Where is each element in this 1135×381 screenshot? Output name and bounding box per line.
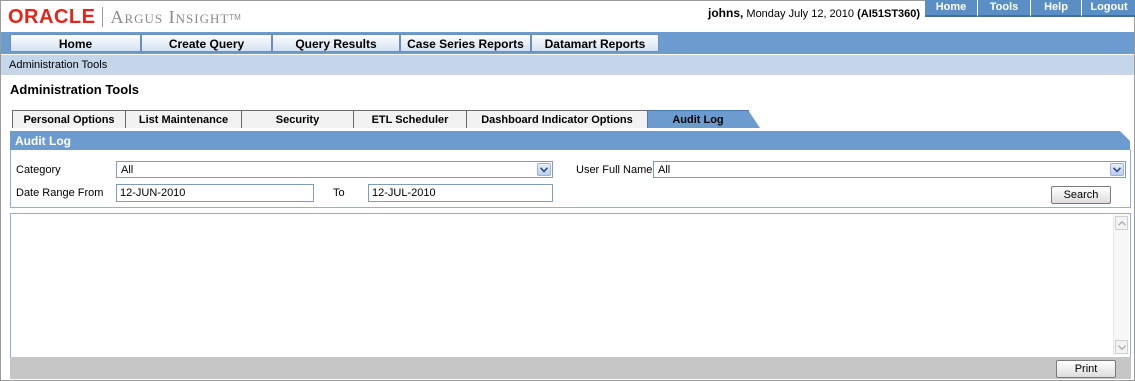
scroll-up-icon[interactable]	[1115, 216, 1128, 230]
nav-create-query[interactable]: Create Query	[141, 34, 272, 52]
chevron-down-icon[interactable]	[537, 163, 551, 176]
date-to-label: To	[333, 187, 345, 199]
category-select-value: All	[121, 164, 134, 176]
audit-log-results	[10, 213, 1131, 358]
user-full-name-label: User Full Name	[576, 164, 653, 176]
tab-security[interactable]: Security	[241, 110, 354, 128]
current-date: Monday July 12, 2010	[743, 8, 858, 20]
server-name: (AI51ST360)	[857, 8, 921, 20]
results-scrollbar[interactable]	[1113, 215, 1129, 355]
global-links: Home Tools Help Logout	[925, 0, 1135, 17]
tab-etl-scheduler[interactable]: ETL Scheduler	[353, 110, 467, 128]
page-title: Administration Tools	[10, 82, 140, 97]
global-logout-link[interactable]: Logout	[1082, 0, 1135, 17]
panel-header-corner	[1120, 131, 1130, 141]
print-button[interactable]: Print	[1056, 360, 1116, 378]
category-select[interactable]: All	[116, 161, 553, 178]
breadcrumb: Administration Tools	[9, 59, 108, 71]
global-home-link[interactable]: Home	[925, 0, 978, 17]
category-label: Category	[16, 164, 61, 176]
logo-brand: ORACLE	[8, 5, 96, 28]
user-full-name-select-value: All	[658, 164, 671, 176]
audit-log-panel-header: Audit Log	[10, 131, 1130, 150]
scroll-down-icon[interactable]	[1115, 340, 1128, 354]
tab-list-maintenance[interactable]: List Maintenance	[125, 110, 242, 128]
nav-case-series-reports[interactable]: Case Series Reports	[400, 34, 531, 52]
chevron-down-icon[interactable]	[1110, 163, 1124, 176]
oracle-argus-logo: ORACLE Argus Insight TM	[8, 6, 241, 28]
logo-divider	[102, 7, 104, 27]
date-to-input[interactable]	[368, 184, 553, 202]
date-from-input[interactable]	[116, 184, 314, 202]
tab-audit-log[interactable]: Audit Log	[647, 110, 749, 128]
nav-datamart-reports[interactable]: Datamart Reports	[531, 34, 659, 52]
tab-dashboard-indicator-options[interactable]: Dashboard Indicator Options	[466, 110, 648, 128]
user-full-name-select[interactable]: All	[653, 161, 1126, 178]
breadcrumb-bar: Administration Tools	[1, 55, 1134, 75]
top-nav-bar: Home Create Query Query Results Case Ser…	[1, 32, 1134, 54]
footer-bar: Print	[10, 357, 1131, 379]
active-tab-corner	[748, 110, 760, 128]
panel-title: Audit Log	[15, 134, 71, 148]
date-range-from-label: Date Range From	[16, 187, 104, 199]
nav-home[interactable]: Home	[10, 34, 141, 52]
logo-trademark: TM	[229, 12, 241, 22]
global-help-link[interactable]: Help	[1031, 0, 1082, 17]
nav-query-results[interactable]: Query Results	[272, 34, 400, 52]
global-tools-link[interactable]: Tools	[978, 0, 1031, 17]
tab-personal-options[interactable]: Personal Options	[12, 110, 126, 128]
user-name: johns,	[708, 6, 744, 20]
logo-product: Argus Insight	[110, 6, 230, 27]
search-button[interactable]: Search	[1051, 186, 1111, 204]
user-info: johns, Monday July 12, 2010 (AI51ST360)	[708, 6, 920, 20]
